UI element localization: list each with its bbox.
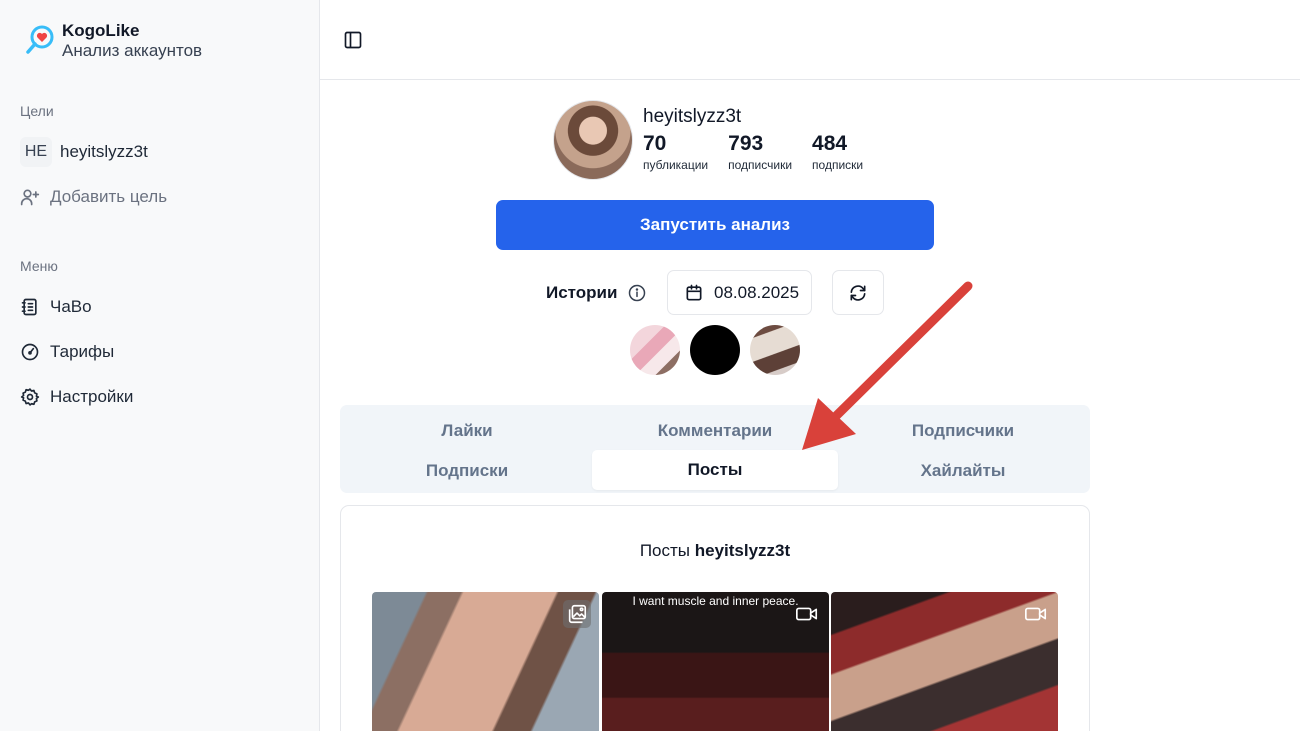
brand-name: KogoLike (62, 21, 140, 40)
post-thumbnail[interactable]: I want muscle and inner peace. (602, 592, 829, 731)
posts-title: Посты heyitslyzz3t (341, 541, 1089, 561)
profile-header: heyitslyzz3t 70 публикации 793 подписчик… (553, 100, 883, 180)
posts-title-username: heyitslyzz3t (694, 541, 791, 560)
stat-value: 70 (643, 132, 667, 155)
sidebar-item-label: Настройки (50, 387, 134, 406)
story-thumbnail[interactable] (690, 325, 740, 375)
stat-value: 484 (812, 132, 848, 155)
profile-stats: 70 публикации 793 подписчики 484 подписк… (643, 132, 883, 172)
logo-icon (26, 25, 54, 54)
tab-followers[interactable]: Подписчики (840, 411, 1086, 451)
add-target-button[interactable]: Добавить цель (20, 182, 167, 212)
stat-label: публикации (643, 158, 709, 172)
menu-section-label: Меню (20, 258, 58, 274)
profile-avatar (553, 100, 633, 180)
selected-date: 08.08.2025 (714, 282, 800, 302)
user-plus-icon (20, 187, 40, 207)
sidebar-item-faq[interactable]: ЧаВо (20, 292, 92, 322)
stat-following: 484 подписки (812, 132, 863, 172)
brand[interactable]: KogoLike Анализ аккаунтов (24, 20, 202, 61)
sidebar-toggle-button[interactable] (342, 29, 364, 51)
post-thumbnail[interactable] (372, 592, 599, 731)
target-name: heyitslyzz3t (60, 142, 148, 161)
gauge-icon (20, 342, 40, 362)
notebook-icon (20, 297, 40, 317)
calendar-icon (686, 284, 702, 300)
stories-label: Истории (546, 282, 618, 302)
stories-row: Истории 08.08.2025 (546, 270, 884, 315)
tab-posts[interactable]: Посты (592, 450, 838, 490)
sidebar-item-pricing[interactable]: Тарифы (20, 337, 114, 367)
date-picker-button[interactable]: 08.08.2025 (667, 270, 812, 315)
brand-subtitle: Анализ аккаунтов (62, 41, 203, 60)
sidebar-item-label: ЧаВо (50, 297, 92, 316)
gear-icon (20, 387, 40, 407)
sidebar-item-settings[interactable]: Настройки (20, 382, 133, 412)
tab-likes[interactable]: Лайки (344, 411, 590, 451)
targets-section-label: Цели (20, 103, 54, 119)
video-icon (1022, 600, 1050, 628)
refresh-button[interactable] (832, 270, 884, 315)
info-icon[interactable] (627, 283, 647, 303)
stat-posts: 70 публикации (643, 132, 708, 172)
target-avatar: HE (20, 137, 52, 167)
add-target-label: Добавить цель (50, 187, 168, 206)
stat-label: подписки (812, 158, 864, 172)
stat-followers: 793 подписчики (728, 132, 792, 172)
stat-value: 793 (728, 132, 764, 155)
panel-left-icon (344, 31, 362, 49)
tab-comments[interactable]: Комментарии (592, 411, 838, 451)
tab-following[interactable]: Подписки (344, 451, 590, 491)
analysis-tabs: Лайки Комментарии Подписчики Подписки По… (340, 405, 1090, 493)
gallery-icon (563, 600, 591, 628)
posts-title-prefix: Посты (639, 541, 690, 560)
post-thumbnail[interactable] (831, 592, 1058, 731)
profile-username: heyitslyzz3t (643, 106, 742, 127)
refresh-icon (850, 284, 866, 301)
story-thumbnail[interactable] (750, 325, 800, 375)
stat-label: подписчики (728, 158, 793, 172)
tab-highlights[interactable]: Хайлайты (840, 451, 1086, 491)
topbar (320, 0, 1300, 80)
target-item-heyitslyzz3t[interactable]: HE heyitslyzz3t (20, 137, 148, 167)
video-icon (793, 600, 821, 628)
sidebar: KogoLike Анализ аккаунтов Цели HE heyits… (0, 0, 320, 731)
posts-card: Посты heyitslyzz3t I want muscle and inn… (340, 505, 1090, 731)
run-analysis-button[interactable]: Запустить анализ (496, 200, 934, 250)
sidebar-item-label: Тарифы (50, 342, 115, 361)
story-thumbnail[interactable] (630, 325, 680, 375)
